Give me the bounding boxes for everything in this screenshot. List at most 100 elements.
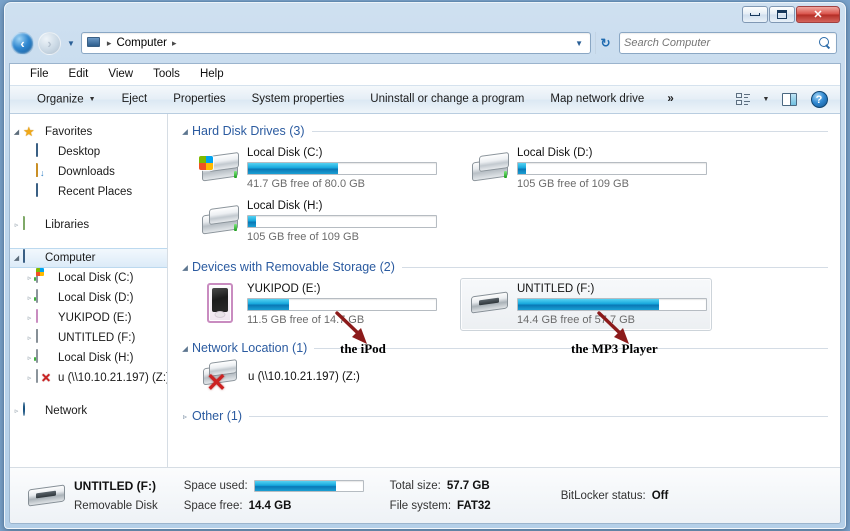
forward-button[interactable]: › — [38, 32, 61, 55]
hard-disk-icon — [197, 200, 243, 240]
properties-button[interactable]: Properties — [160, 86, 238, 113]
maximize-icon — [777, 10, 787, 19]
minimize-button[interactable] — [742, 6, 768, 23]
navigation-pane: ◢ ★ Favorites Desktop ↓ Downloads — [10, 114, 168, 467]
sidebar-label-local-disk-h: Local Disk (H:) — [58, 352, 133, 364]
sidebar-item-favorites[interactable]: ◢ ★ Favorites — [10, 122, 167, 142]
sidebar-item-recent-places[interactable]: Recent Places — [10, 182, 167, 202]
sidebar-item-network-drive-z[interactable]: ▹ ✕ u (\\10.10.21.197) (Z:) — [10, 368, 167, 388]
expand-triangle-icon[interactable]: ▹ — [23, 314, 36, 322]
downloads-folder-icon: ↓ — [36, 164, 53, 180]
collapse-triangle-icon[interactable]: ◢ — [178, 127, 192, 136]
expand-triangle-icon[interactable]: ▹ — [23, 334, 36, 342]
collapse-triangle-icon[interactable]: ◢ — [178, 344, 192, 353]
menu-edit[interactable]: Edit — [59, 64, 99, 85]
breadcrumb-separator-2[interactable]: ▸ — [169, 38, 180, 49]
sidebar-item-downloads[interactable]: ↓ Downloads — [10, 162, 167, 182]
organize-button[interactable]: Organize▼ — [24, 86, 109, 114]
ipod-icon — [36, 310, 53, 326]
history-dropdown-button[interactable]: ▼ — [65, 39, 77, 48]
group-header-network-location[interactable]: ◢ Network Location (1) — [178, 341, 828, 355]
map-network-drive-button[interactable]: Map network drive — [537, 86, 657, 113]
usb-drive-icon — [467, 283, 513, 323]
view-dropdown-button[interactable]: ▼ — [758, 86, 774, 113]
expand-triangle-icon[interactable]: ▹ — [178, 412, 192, 421]
help-button[interactable]: ? — [804, 86, 834, 113]
sidebar-item-desktop[interactable]: Desktop — [10, 142, 167, 162]
sidebar-item-untitled-f[interactable]: ▹ UNTITLED (F:) — [10, 328, 167, 348]
group-rule — [402, 267, 828, 268]
expand-triangle-icon[interactable]: ▹ — [10, 221, 23, 229]
sidebar-item-libraries[interactable]: ▹ Libraries — [10, 215, 167, 235]
menu-tools[interactable]: Tools — [143, 64, 190, 85]
sidebar-item-local-disk-c[interactable]: ▹ Local Disk (C:) — [10, 268, 167, 288]
back-button[interactable]: ‹ — [11, 32, 34, 55]
computer-icon — [86, 36, 101, 50]
sidebar-item-local-disk-h[interactable]: ▹ Local Disk (H:) — [10, 348, 167, 368]
breadcrumb-computer[interactable]: Computer — [114, 37, 169, 49]
drive-tile-local-disk-c[interactable]: Local Disk (C:) 41.7 GB free of 80.0 GB — [190, 142, 442, 195]
group-rule — [312, 131, 828, 132]
sidebar-label-recent-places: Recent Places — [58, 186, 132, 198]
sidebar-item-computer[interactable]: ◢ Computer — [10, 248, 167, 268]
group-header-other[interactable]: ▹ Other (1) — [178, 409, 828, 423]
details-column-bitlocker: BitLocker status: Off — [561, 488, 669, 503]
search-icon — [819, 37, 832, 50]
search-input[interactable] — [624, 37, 819, 49]
group-title-other: Other (1) — [192, 409, 249, 423]
usb-drive-icon — [36, 330, 53, 346]
menu-help[interactable]: Help — [190, 64, 234, 85]
hard-disk-icon — [467, 147, 513, 187]
close-button[interactable]: ✕ — [796, 6, 840, 23]
computer-icon — [23, 250, 40, 266]
preview-pane-button[interactable] — [774, 86, 804, 113]
sidebar-item-network[interactable]: ▹ Network — [10, 401, 167, 421]
drive-tile-yukipod-e[interactable]: YUKIPOD (E:) 11.5 GB free of 14.7 GB — [190, 278, 442, 331]
details-file-system-value: FAT32 — [457, 500, 491, 512]
eject-button[interactable]: Eject — [109, 86, 161, 113]
breadcrumb-separator-1[interactable]: ▸ — [104, 38, 115, 49]
system-properties-button[interactable]: System properties — [239, 86, 358, 113]
help-icon: ? — [811, 91, 828, 108]
toolbar-overflow-button[interactable]: » — [657, 86, 683, 113]
capacity-bar — [517, 162, 707, 175]
group-header-hard-disk-drives[interactable]: ◢ Hard Disk Drives (3) — [178, 124, 828, 138]
uninstall-program-button[interactable]: Uninstall or change a program — [357, 86, 537, 113]
libraries-icon — [23, 217, 40, 233]
address-dropdown-icon[interactable]: ▼ — [575, 39, 587, 48]
sidebar-item-yukipod-e[interactable]: ▹ YUKIPOD (E:) — [10, 308, 167, 328]
change-view-button[interactable] — [728, 86, 758, 113]
address-bar[interactable]: ▸ Computer ▸ ▼ — [81, 32, 591, 54]
close-icon: ✕ — [813, 8, 822, 21]
refresh-button[interactable]: ↻ — [595, 32, 615, 54]
drive-tile-untitled-f[interactable]: UNTITLED (F:) 14.4 GB free of 57.7 GB — [460, 278, 712, 331]
content-pane[interactable]: ◢ Hard Disk Drives (3) Local Disk (C:) 4… — [168, 114, 840, 467]
expand-triangle-icon[interactable]: ▹ — [23, 374, 36, 382]
drive-tile-local-disk-h[interactable]: Local Disk (H:) 105 GB free of 109 GB — [190, 195, 442, 248]
group-title-network-location: Network Location (1) — [192, 341, 314, 355]
maximize-button[interactable] — [769, 6, 795, 23]
menu-view[interactable]: View — [98, 64, 143, 85]
expand-triangle-icon[interactable]: ▹ — [10, 407, 23, 415]
menu-file[interactable]: File — [20, 64, 59, 85]
menu-bar: File Edit View Tools Help — [10, 64, 840, 85]
group-header-removable-storage[interactable]: ◢ Devices with Removable Storage (2) — [178, 260, 828, 274]
collapse-triangle-icon[interactable]: ◢ — [178, 263, 192, 272]
details-file-system-label: File system: — [390, 500, 451, 512]
expand-triangle-icon[interactable]: ◢ — [10, 254, 23, 262]
chevron-down-icon: ▼ — [67, 39, 75, 48]
expand-triangle-icon[interactable]: ◢ — [10, 128, 23, 136]
title-bar: ✕ — [5, 3, 845, 29]
sidebar-item-local-disk-d[interactable]: ▹ Local Disk (D:) — [10, 288, 167, 308]
drive-free-space: 105 GB free of 109 GB — [247, 231, 435, 243]
sidebar-label-desktop: Desktop — [58, 146, 100, 158]
details-space-free-label: Space free: — [184, 500, 243, 512]
details-column-space: Space used: Space free: 14.4 GB — [184, 478, 364, 513]
details-space-used-label: Space used: — [184, 480, 248, 492]
annotation-label-ipod: the iPod — [340, 341, 386, 357]
details-drive-type: Removable Disk — [74, 500, 158, 512]
drive-tile-network-drive-z[interactable]: ✕ u (\\10.10.21.197) (Z:) — [200, 361, 840, 393]
drive-tile-local-disk-d[interactable]: Local Disk (D:) 105 GB free of 109 GB — [460, 142, 712, 195]
search-box[interactable] — [619, 32, 837, 54]
sidebar-label-favorites: Favorites — [45, 126, 92, 138]
